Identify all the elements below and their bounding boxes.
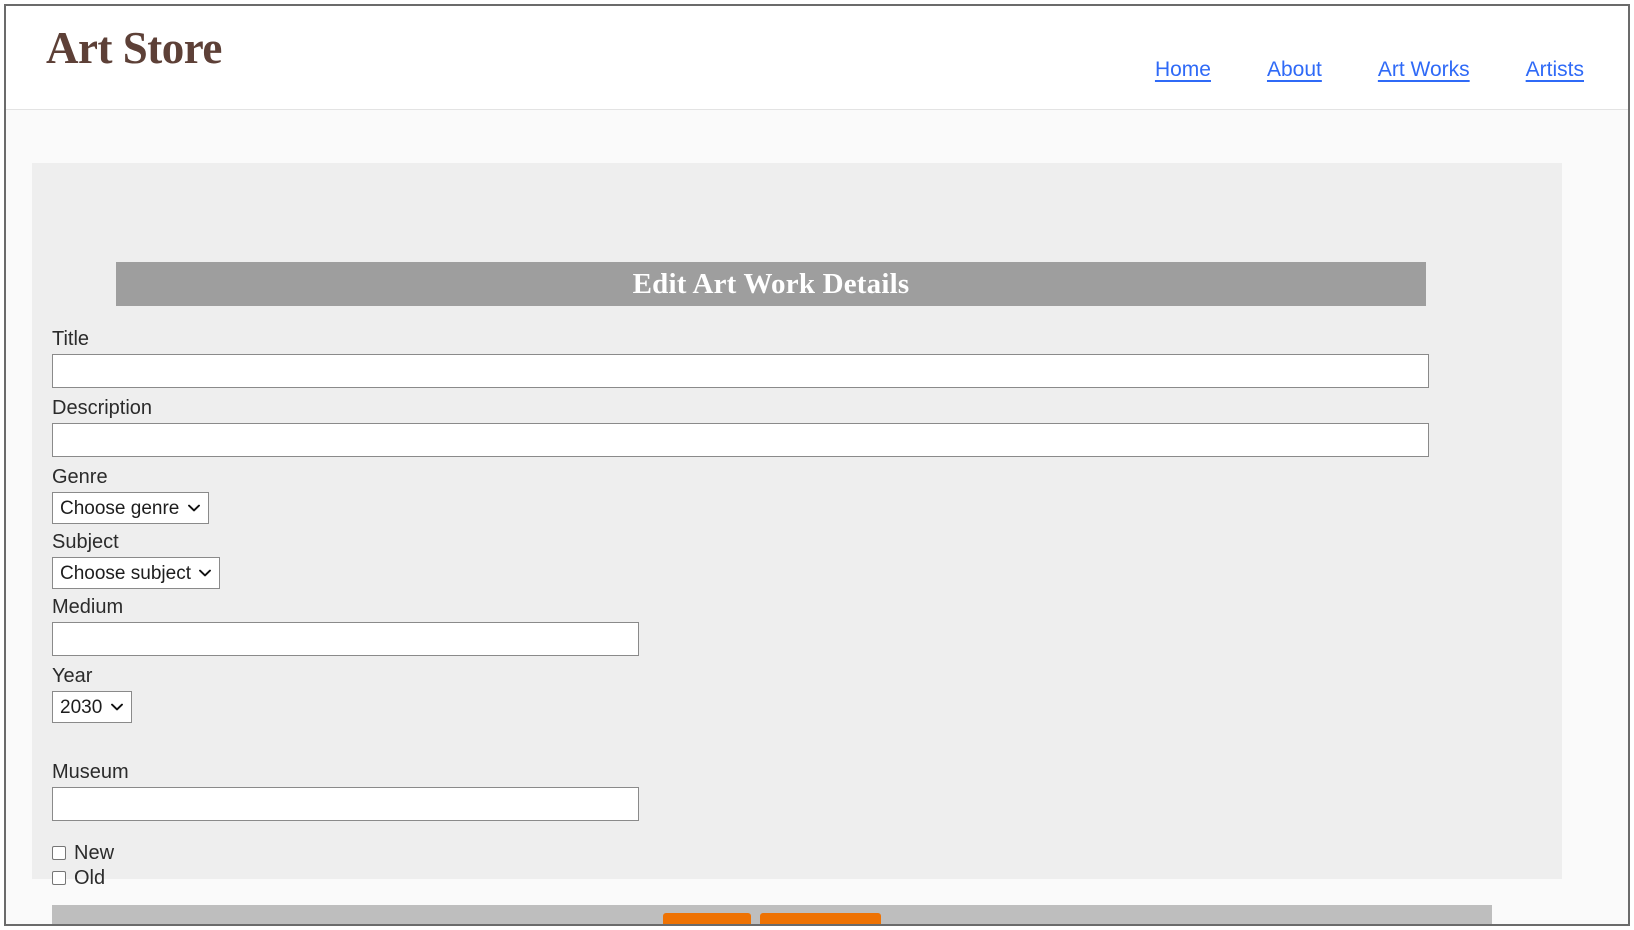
new-checkbox[interactable] (52, 846, 66, 860)
clear-form-button[interactable]: Clear Form (760, 913, 882, 924)
condition-checkbox-group: New Old (52, 841, 1492, 890)
submit-button[interactable]: Submit (662, 913, 752, 924)
label-medium: Medium (52, 596, 124, 618)
field-medium: Medium (52, 596, 1492, 656)
museum-input[interactable] (52, 787, 639, 821)
checkbox-row-old: Old (52, 866, 1492, 890)
label-description: Description (52, 397, 153, 419)
field-title: Title (52, 328, 1492, 388)
label-museum: Museum (52, 761, 129, 783)
main-navigation: Home About Art Works Artists (1155, 58, 1584, 82)
edit-art-work-form: Title Description Genre Choose genre Sub… (52, 328, 1492, 891)
genre-select[interactable]: Choose genre (52, 492, 209, 524)
browser-viewport: Art Store Home About Art Works Artists E… (4, 4, 1630, 926)
page-body: Edit Art Work Details Title Description … (6, 110, 1628, 924)
checkbox-row-new: New (52, 841, 1492, 865)
genre-select-wrap: Choose genre (52, 492, 209, 524)
label-year: Year (52, 665, 93, 687)
field-genre: Genre Choose genre (52, 466, 1492, 524)
subject-select[interactable]: Choose subject (52, 557, 220, 589)
old-checkbox-label[interactable]: Old (74, 868, 105, 888)
medium-input[interactable] (52, 622, 639, 656)
field-subject: Subject Choose subject (52, 531, 1492, 589)
nav-link-art-works[interactable]: Art Works (1378, 58, 1470, 82)
field-museum: Museum (52, 761, 1492, 821)
old-checkbox[interactable] (52, 871, 66, 885)
field-year: Year 2030 (52, 665, 1492, 723)
page-title: Edit Art Work Details (632, 267, 910, 300)
year-select[interactable]: 2030 (52, 691, 132, 723)
nav-link-home[interactable]: Home (1155, 58, 1211, 82)
label-subject: Subject (52, 531, 119, 553)
form-title-bar: Edit Art Work Details (116, 262, 1426, 306)
title-input[interactable] (52, 354, 1429, 388)
new-checkbox-label[interactable]: New (74, 843, 114, 863)
nav-link-about[interactable]: About (1267, 58, 1322, 82)
label-title: Title (52, 328, 90, 350)
year-select-wrap: 2030 (52, 691, 132, 723)
nav-link-artists[interactable]: Artists (1526, 58, 1584, 82)
site-logo[interactable]: Art Store (46, 26, 222, 71)
description-input[interactable] (52, 423, 1429, 457)
label-genre: Genre (52, 466, 108, 488)
field-description: Description (52, 397, 1492, 457)
subject-select-wrap: Choose subject (52, 557, 220, 589)
site-header: Art Store Home About Art Works Artists (6, 6, 1628, 110)
form-action-bar: Submit Clear Form (52, 905, 1492, 924)
